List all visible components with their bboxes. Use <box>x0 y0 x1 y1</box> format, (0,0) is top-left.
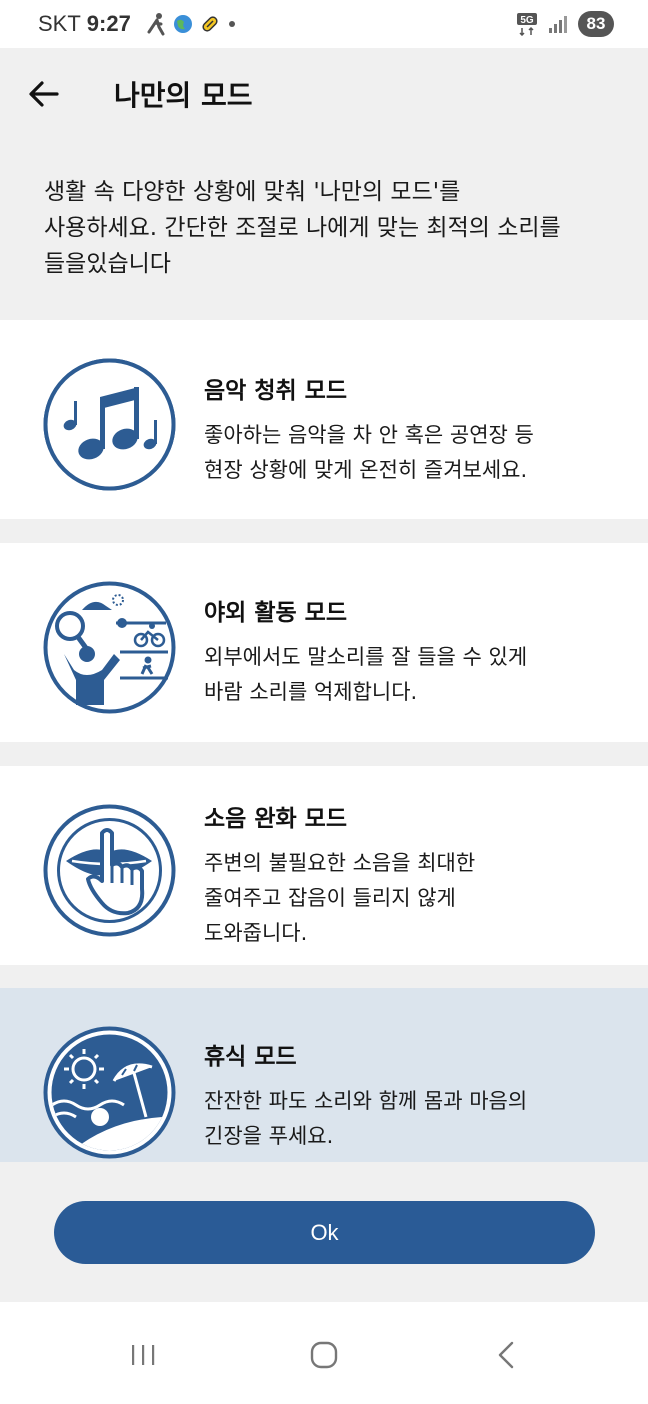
mode-text-rest: 휴식 모드 잔잔한 파도 소리와 함께 몸과 마음의 긴장을 푸세요. <box>204 1042 628 1154</box>
recent-apps-button[interactable] <box>118 1338 168 1372</box>
app-header: 나만의 모드 <box>0 48 648 140</box>
status-left: SKT 9:27 <box>38 11 237 37</box>
beach-rest-icon <box>43 1026 176 1159</box>
chevron-left-icon <box>498 1341 514 1369</box>
desc-line: 줄여주고 잡음이 들리지 않게 <box>204 886 456 910</box>
mode-text-outdoor: 야외 활동 모드 외부에서도 말소리를 잘 들을 수 있게 바람 소리를 억제합… <box>204 598 628 710</box>
mode-description: 외부에서도 말소리를 잘 들을 수 있게 바람 소리를 억제합니다. <box>204 640 628 710</box>
intro-line: 사용하세요. 간단한 조절로 나에게 맞는 최적의 소리를 <box>44 215 561 241</box>
mode-description: 좋아하는 음악을 차 안 혹은 공연장 등 현장 상황에 맞게 온전히 즐겨보세… <box>204 418 628 488</box>
desc-line: 주변의 불필요한 소음을 최대한 <box>204 851 476 875</box>
svg-text:5G: 5G <box>520 15 534 26</box>
music-notes-icon <box>43 358 176 491</box>
desc-line: 긴장을 푸세요. <box>204 1124 334 1148</box>
system-back-button[interactable] <box>481 1338 531 1372</box>
outdoor-activity-icon <box>43 581 176 714</box>
home-button[interactable] <box>299 1338 349 1372</box>
quiet-gesture-icon <box>43 804 176 937</box>
signal-icon <box>549 16 567 33</box>
status-right: 5G 83 <box>516 11 614 37</box>
notification-icons <box>145 12 237 36</box>
mode-title: 휴식 모드 <box>204 1044 297 1070</box>
arrow-left-icon <box>29 81 59 107</box>
status-bar: SKT 9:27 5G 83 <box>0 0 648 48</box>
mode-text-noise: 소음 완화 모드 주변의 불필요한 소음을 최대한 줄여주고 잡음이 들리지 않… <box>204 804 628 951</box>
intro-line: 생활 속 다양한 상황에 맞춰 '나만의 모드'를 <box>44 179 461 205</box>
intro-text: 생활 속 다양한 상황에 맞춰 '나만의 모드'를 사용하세요. 간단한 조절로… <box>44 174 614 282</box>
mode-description: 잔잔한 파도 소리와 함께 몸과 마음의 긴장을 푸세요. <box>204 1084 628 1154</box>
clock: 9:27 <box>86 11 131 36</box>
mode-description: 주변의 불필요한 소음을 최대한 줄여주고 잡음이 들리지 않게 도와줍니다. <box>204 846 628 951</box>
mode-text-music: 음악 청취 모드 좋아하는 음악을 차 안 혹은 공연장 등 현장 상황에 맞게… <box>204 376 628 488</box>
page-title: 나만의 모드 <box>114 79 253 112</box>
system-nav-bar <box>0 1302 648 1404</box>
ok-button[interactable]: Ok <box>54 1201 595 1264</box>
back-button[interactable] <box>24 74 64 114</box>
mode-title: 음악 청취 모드 <box>204 378 347 404</box>
pill-icon <box>202 16 218 32</box>
dot-icon <box>228 21 235 27</box>
battery-indicator: 83 <box>578 11 614 37</box>
carrier-label: SKT <box>38 11 81 36</box>
network-5g-icon: 5G <box>517 13 537 36</box>
desc-line: 도와줍니다. <box>204 921 308 945</box>
desc-line: 잔잔한 파도 소리와 함께 몸과 마음의 <box>204 1089 528 1113</box>
mode-title: 야외 활동 모드 <box>204 600 347 626</box>
home-icon <box>310 1341 338 1369</box>
recent-apps-icon <box>132 1345 155 1365</box>
desc-line: 좋아하는 음악을 차 안 혹은 공연장 등 <box>204 423 534 447</box>
walking-figure-icon <box>147 13 165 36</box>
desc-line: 현장 상황에 맞게 온전히 즐겨보세요. <box>204 458 528 482</box>
mode-title: 소음 완화 모드 <box>204 806 347 832</box>
globe-icon <box>173 15 192 33</box>
desc-line: 외부에서도 말소리를 잘 들을 수 있게 <box>204 645 528 669</box>
intro-line: 들을있습니다 <box>44 251 171 277</box>
desc-line: 바람 소리를 억제합니다. <box>204 680 418 704</box>
